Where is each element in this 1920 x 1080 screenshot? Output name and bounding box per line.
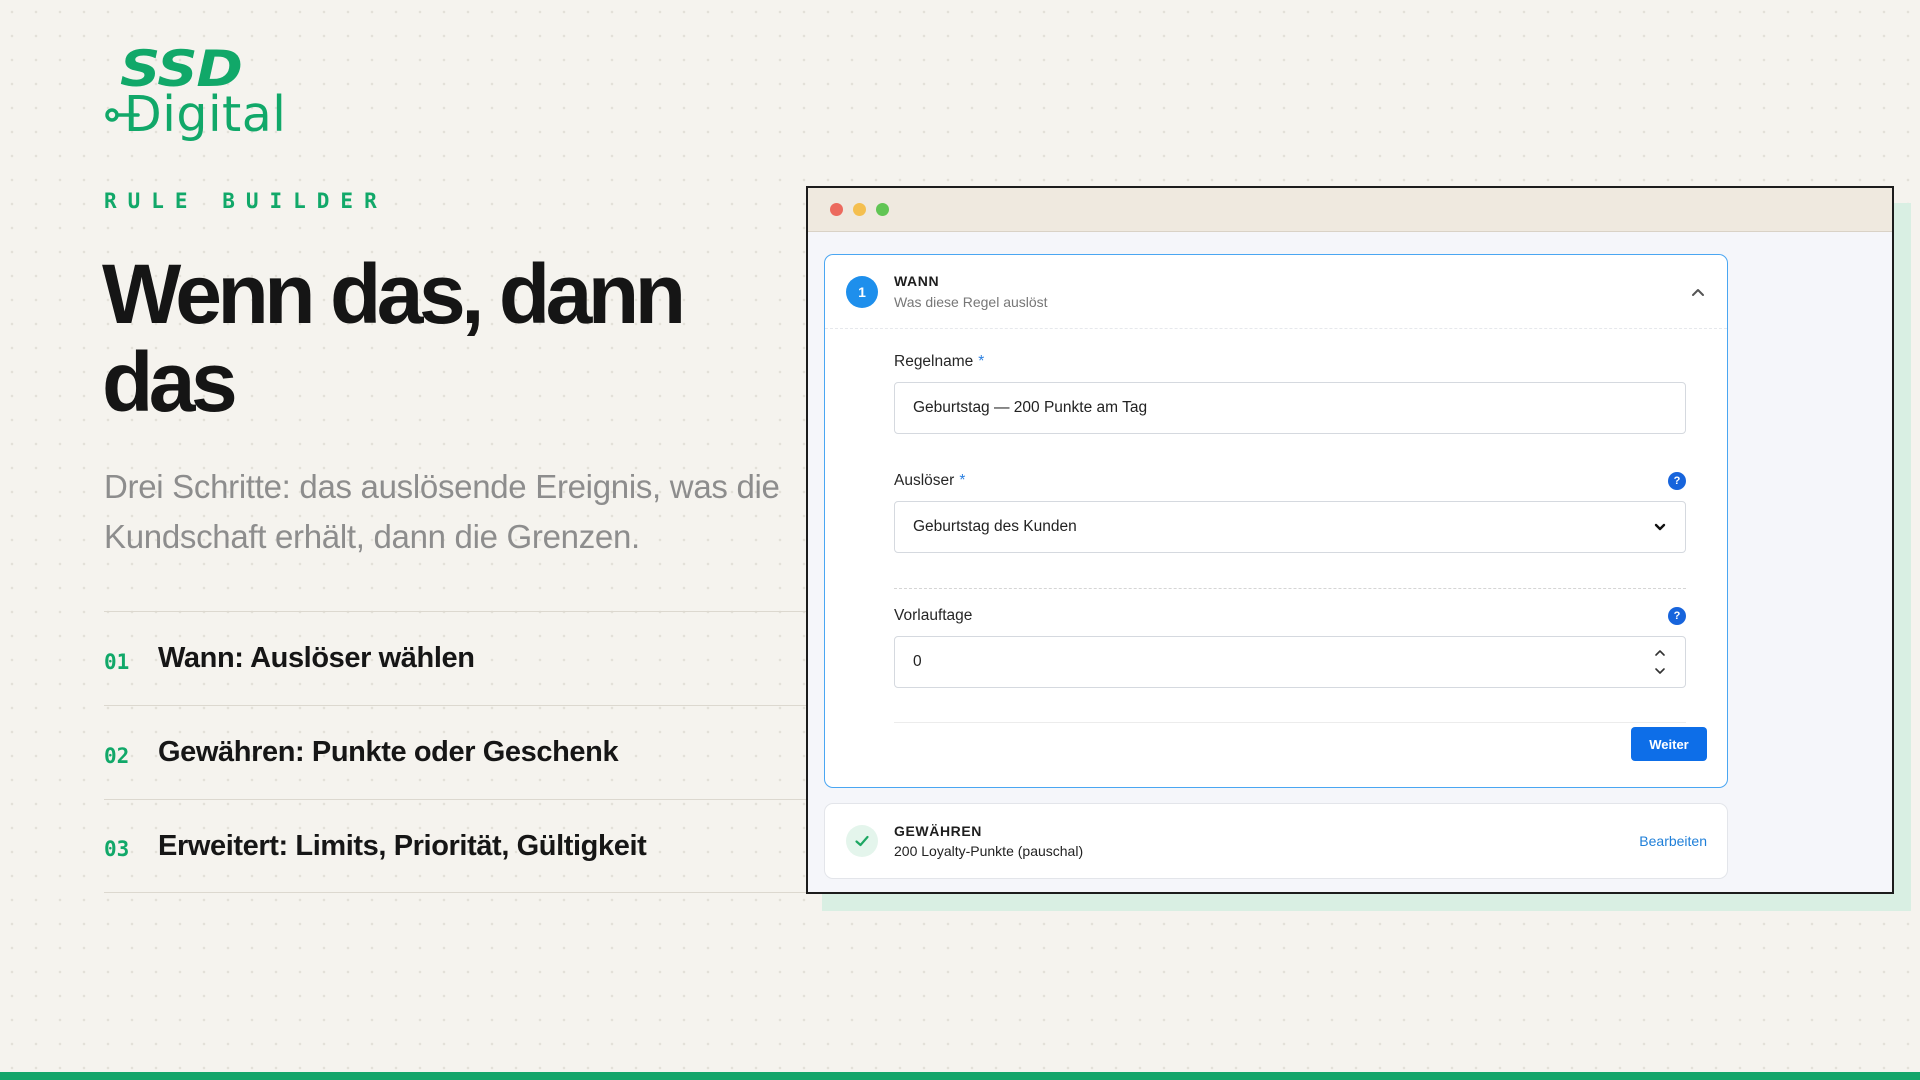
eyebrow-label: RULE BUILDER [104, 189, 388, 213]
trigger-select[interactable]: Geburtstag des Kunden [894, 501, 1686, 553]
field-rule-name: Regelname * Geburtstag — 200 Punkte am T… [894, 351, 1686, 434]
bottom-accent-bar [0, 1072, 1920, 1080]
app-window: 1 WANN Was diese Regel auslöst Regelname… [806, 186, 1894, 894]
step-item-wann: 01 Wann: Auslöser wählen [104, 611, 808, 705]
step-item-erweitert: 03 Erweitert: Limits, Priorität, Gültigk… [104, 799, 808, 893]
step-label: Gewähren: Punkte oder Geschenk [158, 736, 619, 768]
step-number: 02 [104, 743, 130, 768]
required-mark: * [978, 353, 985, 370]
help-icon[interactable]: ? [1668, 472, 1686, 490]
step-item-gewaehren: 02 Gewähren: Punkte oder Geschenk [104, 705, 808, 799]
checkmark-icon [855, 835, 869, 847]
step-label: Wann: Auslöser wählen [158, 642, 475, 674]
field-lead-days: Vorlauftage ? 0 [894, 605, 1686, 688]
step-card-title: GEWÄHREN [894, 823, 983, 839]
step-card-header[interactable]: 1 WANN Was diese Regel auslöst [825, 255, 1727, 329]
form-divider [894, 722, 1686, 723]
next-button[interactable]: Weiter [1631, 727, 1707, 761]
field-label: Regelname [894, 353, 974, 370]
lead-days-number-input[interactable]: 0 [894, 636, 1686, 688]
window-titlebar [808, 188, 1892, 232]
step-label: Erweitert: Limits, Priorität, Gültigkeit [158, 829, 647, 862]
field-label: Auslöser [894, 472, 955, 489]
trigger-selected-value: Geburtstag des Kunden [913, 518, 1077, 535]
maximize-dot-icon[interactable] [876, 203, 889, 216]
field-trigger: Auslöser * ? Geburtstag des Kunden [894, 470, 1686, 553]
step-complete-badge [846, 825, 878, 857]
number-stepper [1653, 647, 1667, 677]
edit-link[interactable]: Bearbeiten [1639, 833, 1707, 849]
step-number-badge: 1 [846, 275, 878, 308]
step-card-subtitle: Was diese Regel auslöst [894, 294, 1048, 310]
page-headline: Wenn das, dann das [102, 247, 686, 429]
ssd-digital-logo: SSD Digital [104, 44, 286, 144]
step-card-wann: 1 WANN Was diese Regel auslöst Regelname… [824, 254, 1728, 788]
help-icon[interactable]: ? [1668, 607, 1686, 625]
step-number: 03 [104, 837, 130, 861]
required-mark: * [959, 472, 966, 489]
step-list: 01 Wann: Auslöser wählen 02 Gewähren: Pu… [104, 611, 808, 893]
field-label: Vorlauftage [894, 607, 973, 624]
decrement-chevron-icon[interactable] [1653, 665, 1667, 677]
increment-chevron-icon[interactable] [1653, 647, 1667, 659]
step-form: Regelname * Geburtstag — 200 Punkte am T… [894, 329, 1686, 723]
chevron-up-icon[interactable] [1689, 283, 1707, 301]
step-card-summary: 200 Loyalty-Punkte (pauschal) [894, 843, 1084, 859]
form-divider [894, 588, 1686, 589]
step-card-title: WANN [894, 273, 940, 289]
lead-days-value: 0 [913, 653, 922, 670]
logo-wordmark-digital: Digital [124, 86, 287, 143]
chevron-down-icon [1654, 523, 1666, 531]
rule-name-value: Geburtstag — 200 Punkte am Tag [913, 399, 1148, 416]
step-number: 01 [104, 649, 130, 674]
rule-name-input[interactable]: Geburtstag — 200 Punkte am Tag [894, 382, 1686, 434]
close-dot-icon[interactable] [830, 203, 843, 216]
step-card-gewaehren: GEWÄHREN 200 Loyalty-Punkte (pauschal) B… [824, 803, 1728, 879]
page-subline: Drei Schritte: das auslösende Ereignis, … [104, 468, 780, 555]
minimize-dot-icon[interactable] [853, 203, 866, 216]
